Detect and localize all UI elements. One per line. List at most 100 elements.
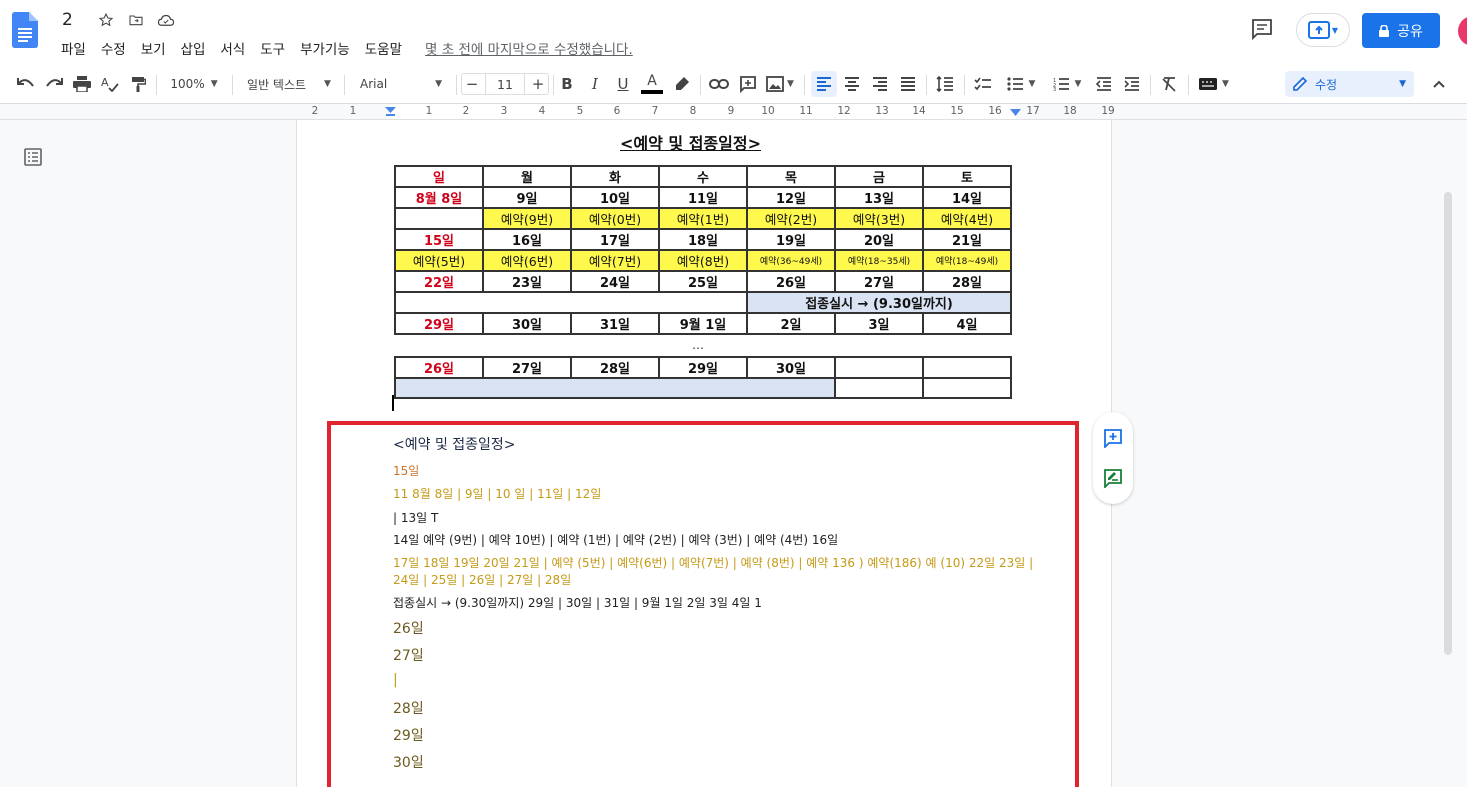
line-spacing-icon[interactable] — [932, 64, 958, 104]
star-icon[interactable] — [96, 10, 116, 30]
docs-logo-icon[interactable] — [12, 12, 38, 48]
ruler-number: 11 — [799, 105, 813, 117]
paint-format-icon[interactable] — [126, 64, 150, 104]
print-icon[interactable] — [70, 64, 94, 104]
menu-view[interactable]: 보기 — [141, 38, 166, 58]
present-button[interactable]: ▼ — [1296, 13, 1350, 47]
zoom-select[interactable]: 100% ▼ — [163, 64, 225, 104]
table-cell: 25일 — [658, 270, 748, 293]
suggest-edits-icon[interactable] — [1103, 468, 1123, 490]
table-cell: 8월 8일 — [394, 186, 484, 209]
numbered-list-icon[interactable]: 1 2 3 ▼ — [1046, 64, 1088, 104]
table-cell: 10일 — [570, 186, 660, 209]
text-color-button[interactable]: A — [640, 64, 664, 104]
table-cell: 31일 — [570, 312, 660, 335]
table-cell: 15일 — [394, 228, 484, 251]
document-outline-icon[interactable] — [24, 148, 42, 166]
toolbar-divider — [232, 75, 233, 95]
table-cell: 14일 — [922, 186, 1012, 209]
font-value: Arial — [360, 77, 388, 91]
ruler-number: 2 — [311, 105, 319, 117]
cloud-status-icon[interactable] — [156, 10, 176, 30]
font-select[interactable]: Arial ▼ — [352, 64, 452, 104]
table-cell: 9일 — [482, 186, 572, 209]
table-cell: 예약(18~49세) — [922, 249, 1012, 272]
comment-history-icon[interactable] — [1250, 18, 1276, 41]
table-cell: 24일 — [570, 270, 660, 293]
ruler-number: 14 — [912, 105, 926, 117]
add-comment-icon[interactable] — [736, 64, 760, 104]
table-cell: 27일 — [834, 270, 924, 293]
add-comment-icon[interactable] — [1103, 428, 1123, 450]
schedule-image-table[interactable]: 일 월 화 수 목 금 토 8월 8일 9일 10일 11일 12일 13일 1… — [394, 165, 1012, 335]
table-cell: 9월 1일 — [658, 312, 748, 335]
right-indent-marker-icon[interactable] — [1010, 109, 1021, 117]
checklist-icon[interactable] — [970, 64, 996, 104]
collapse-toolbar-icon[interactable] — [1428, 64, 1450, 104]
align-center-icon[interactable] — [840, 64, 864, 104]
table-cell: 26일 — [746, 270, 836, 293]
ruler-number: 5 — [576, 105, 584, 117]
table-cell: 예약(0번) — [570, 207, 660, 230]
table-cell: 예약(5번) — [394, 249, 484, 272]
highlight-pen-icon[interactable] — [670, 64, 694, 104]
undo-icon[interactable] — [14, 64, 38, 104]
table-cell — [394, 377, 836, 399]
avatar[interactable] — [1458, 16, 1467, 46]
toolbar: A 100% ▼ 일반 텍스트 ▼ Arial ▼ − 11 + B I U A ▼ … — [0, 64, 1467, 104]
menu-edit[interactable]: 수정 — [101, 38, 126, 58]
menu-file[interactable]: 파일 — [61, 38, 86, 58]
vertical-scrollbar[interactable] — [1444, 192, 1452, 655]
align-left-icon[interactable] — [812, 64, 836, 104]
menu-help[interactable]: 도움말 — [365, 38, 402, 58]
ocr-line: 17일 18일 19일 20일 21일 | 예약 (5번) | 예약(6번) |… — [393, 556, 1034, 570]
decrease-indent-icon[interactable] — [1092, 64, 1116, 104]
table-cell: 27일 — [482, 356, 572, 379]
bulleted-list-icon[interactable]: ▼ — [1000, 64, 1042, 104]
italic-button[interactable]: I — [584, 64, 606, 104]
left-indent-marker-icon[interactable] — [385, 107, 396, 117]
menu-format[interactable]: 서식 — [220, 38, 245, 58]
decrease-font-size-button[interactable]: − — [462, 64, 482, 104]
table-row: 접종실시 → (9.30일까지) — [394, 291, 1012, 314]
toolbar-divider — [1188, 75, 1189, 95]
toolbar-divider — [553, 75, 554, 95]
table-cell — [394, 291, 748, 314]
input-tools-icon[interactable]: ▼ — [1194, 64, 1234, 104]
share-button[interactable]: 공유 — [1362, 13, 1440, 48]
menu-addons[interactable]: 부가기능 — [300, 38, 350, 58]
ocr-line: 접종실시 → (9.30일까지) 29일 | 30일 | 31일 | 9월 1일… — [393, 596, 762, 610]
align-justify-icon[interactable] — [896, 64, 920, 104]
table-cell: 28일 — [570, 356, 660, 379]
last-edit-status[interactable]: 몇 초 전에 마지막으로 수정했습니다. — [425, 38, 633, 58]
increase-indent-icon[interactable] — [1120, 64, 1144, 104]
ruler-number: 16 — [988, 105, 1002, 117]
insert-image-icon[interactable]: ▼ — [762, 64, 798, 104]
ruler[interactable]: 2 1 1 2 3 4 5 6 7 8 9 10 11 12 13 14 15 … — [0, 104, 1467, 120]
menu-tools[interactable]: 도구 — [260, 38, 285, 58]
link-icon[interactable] — [706, 64, 732, 104]
paragraph-style-select[interactable]: 일반 텍스트 ▼ — [240, 64, 338, 104]
document-title[interactable]: 2 — [62, 10, 73, 30]
underline-button[interactable]: U — [612, 64, 634, 104]
table-header-cell: 금 — [834, 165, 924, 188]
table-cell: 30일 — [746, 356, 836, 379]
table-cell: 28일 — [922, 270, 1012, 293]
bold-button[interactable]: B — [556, 64, 578, 104]
move-folder-icon[interactable] — [126, 10, 146, 30]
chevron-down-icon: ▼ — [435, 79, 443, 89]
ruler-number: 10 — [761, 105, 775, 117]
increase-font-size-button[interactable]: + — [528, 64, 548, 104]
editing-mode-select[interactable]: 수정 ▼ — [1285, 71, 1414, 97]
redo-icon[interactable] — [42, 64, 66, 104]
font-size-input[interactable]: 11 — [485, 73, 525, 95]
table-cell: 11일 — [658, 186, 748, 209]
table-cell: 13일 — [834, 186, 924, 209]
ocr-line: | — [393, 672, 398, 688]
spellcheck-icon[interactable]: A — [98, 64, 122, 104]
schedule-image-table-bottom[interactable]: 26일 27일 28일 29일 30일 — [394, 356, 1012, 399]
menu-insert[interactable]: 삽입 — [181, 38, 206, 58]
align-right-icon[interactable] — [868, 64, 892, 104]
table-header-cell: 목 — [746, 165, 836, 188]
clear-formatting-icon[interactable] — [1156, 64, 1182, 104]
